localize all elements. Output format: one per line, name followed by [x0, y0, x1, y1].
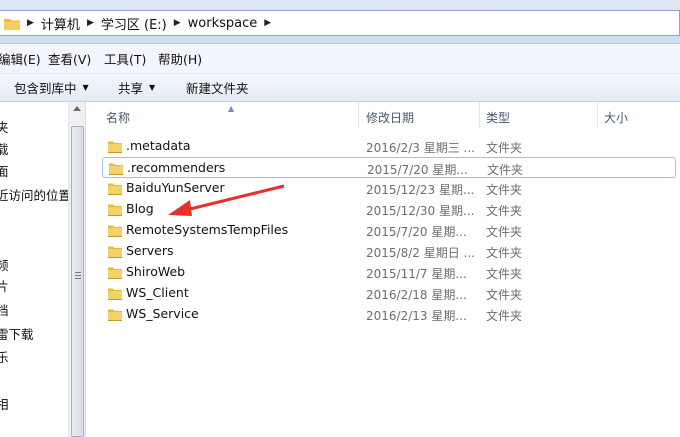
menu-help[interactable]: 帮助(H) [158, 49, 202, 68]
breadcrumb-workspace[interactable]: workspace [188, 16, 258, 31]
column-type[interactable]: 类型 [486, 109, 510, 126]
file-date: 2015/7/20 星期... [367, 163, 468, 177]
file-date: 2015/11/7 星期... [366, 267, 467, 281]
file-name[interactable]: Servers [126, 243, 174, 258]
column-divider[interactable] [597, 102, 598, 128]
dropdown-arrow-icon: ▼ [82, 83, 89, 92]
file-date: 2015/8/2 星期日 ... [366, 246, 475, 260]
file-date: 2016/2/18 星期... [366, 288, 467, 302]
file-row[interactable]: Blog 2015/12/30 星期... 文件夹 [102, 199, 676, 220]
chevron-right-icon[interactable]: ▶ [27, 18, 34, 28]
folder-icon [108, 266, 122, 279]
file-type: 文件夹 [486, 267, 523, 281]
folder-icon [4, 17, 20, 30]
column-divider[interactable] [479, 102, 480, 128]
include-in-library-button[interactable]: 包含到库中 ▼ [14, 78, 89, 97]
breadcrumb-computer[interactable]: 计算机 [41, 14, 80, 33]
nav-item[interactable]: 面 [0, 161, 9, 180]
nav-item-recent-places[interactable]: 近访问的位置 [0, 185, 71, 204]
breadcrumb-drive[interactable]: 学习区 (E:) [101, 14, 167, 33]
sort-ascending-icon: ▲ [228, 104, 235, 113]
file-name[interactable]: .recommenders [127, 160, 225, 175]
column-date[interactable]: 修改日期 [366, 109, 414, 126]
menu-bar: 编辑(E) 查看(V) 工具(T) 帮助(H) [0, 44, 680, 74]
chevron-right-icon[interactable]: ▶ [174, 18, 181, 28]
scroll-up-icon[interactable] [73, 106, 81, 111]
folder-icon [108, 224, 122, 237]
file-date: 2016/2/3 星期三 ... [366, 141, 475, 155]
grip-line [75, 272, 81, 273]
file-type: 文件夹 [487, 163, 524, 177]
menu-tools[interactable]: 工具(T) [104, 49, 146, 68]
file-name[interactable]: WS_Client [126, 285, 189, 300]
column-divider[interactable] [358, 102, 359, 128]
folder-icon [108, 140, 122, 153]
nav-item[interactable]: 频 [0, 255, 9, 274]
file-name[interactable]: ShiroWeb [126, 264, 185, 279]
file-type: 文件夹 [486, 204, 523, 218]
file-row[interactable]: RemoteSystemsTempFiles 2015/7/20 星期... 文件夹 [102, 220, 676, 241]
address-bar[interactable]: ▶ 计算机 ▶ 学习区 (E:) ▶ workspace ▶ [0, 10, 680, 36]
folder-icon [108, 245, 122, 258]
file-name[interactable]: BaiduYunServer [126, 180, 225, 195]
file-type: 文件夹 [486, 183, 523, 197]
file-type: 文件夹 [486, 141, 523, 155]
nav-item[interactable]: 相 [0, 394, 9, 413]
nav-item-downloads[interactable]: 雷下载 [0, 324, 34, 343]
nav-item[interactable]: 载 [0, 139, 9, 158]
file-row[interactable]: ShiroWeb 2015/11/7 星期... 文件夹 [102, 262, 676, 283]
file-type: 文件夹 [486, 225, 523, 239]
folder-icon [108, 203, 122, 216]
nav-scrollbar[interactable] [68, 102, 85, 437]
nav-item[interactable]: 乐 [0, 347, 9, 366]
file-name[interactable]: Blog [126, 201, 154, 216]
file-date: 2015/12/30 星期... [366, 204, 475, 218]
share-button[interactable]: 共享 ▼ [118, 78, 155, 97]
menu-edit[interactable]: 编辑(E) [0, 49, 41, 68]
file-row[interactable]: .recommenders 2015/7/20 星期... 文件夹 [102, 157, 676, 178]
folder-icon [108, 182, 122, 195]
file-name[interactable]: .metadata [126, 138, 191, 153]
folder-icon [109, 162, 123, 175]
file-row[interactable]: Servers 2015/8/2 星期日 ... 文件夹 [102, 241, 676, 262]
folder-icon [108, 287, 122, 300]
chevron-right-icon[interactable]: ▶ [264, 18, 271, 28]
file-row[interactable]: WS_Client 2016/2/18 星期... 文件夹 [102, 283, 676, 304]
column-headers: ▲ 名称 修改日期 类型 大小 [86, 102, 680, 128]
menu-view[interactable]: 查看(V) [48, 49, 91, 68]
nav-item[interactable]: 档 [0, 300, 9, 319]
grip-line [75, 278, 81, 279]
file-type: 文件夹 [486, 309, 523, 323]
dropdown-arrow-icon: ▼ [149, 83, 156, 92]
file-name[interactable]: WS_Service [126, 306, 199, 321]
share-label: 共享 [118, 81, 144, 96]
grip-line [75, 275, 81, 276]
column-name[interactable]: 名称 [106, 109, 130, 126]
file-date: 2016/2/13 星期... [366, 309, 467, 323]
file-row[interactable]: BaiduYunServer 2015/12/23 星期... 文件夹 [102, 178, 676, 199]
scrollbar-thumb[interactable] [71, 126, 84, 437]
column-size[interactable]: 大小 [604, 109, 628, 126]
folder-icon [108, 308, 122, 321]
address-bar-area: ▶ 计算机 ▶ 学习区 (E:) ▶ workspace ▶ [0, 0, 680, 44]
navigation-pane: 夹 载 面 近访问的位置 频 片 档 雷下载 乐 相 [0, 102, 86, 437]
nav-item[interactable]: 夹 [0, 117, 9, 136]
chevron-right-icon[interactable]: ▶ [87, 18, 94, 28]
file-date: 2015/7/20 星期... [366, 225, 467, 239]
file-type: 文件夹 [486, 288, 523, 302]
command-toolbar: 包含到库中 ▼ 共享 ▼ 新建文件夹 [0, 74, 680, 102]
file-date: 2015/12/23 星期... [366, 183, 475, 197]
file-row[interactable]: WS_Service 2016/2/13 星期... 文件夹 [102, 304, 676, 325]
file-type: 文件夹 [486, 246, 523, 260]
nav-item[interactable]: 片 [0, 276, 9, 295]
include-library-label: 包含到库中 [14, 81, 77, 96]
new-folder-button[interactable]: 新建文件夹 [186, 78, 249, 97]
file-name[interactable]: RemoteSystemsTempFiles [126, 222, 288, 237]
file-row[interactable]: .metadata 2016/2/3 星期三 ... 文件夹 [102, 136, 676, 157]
